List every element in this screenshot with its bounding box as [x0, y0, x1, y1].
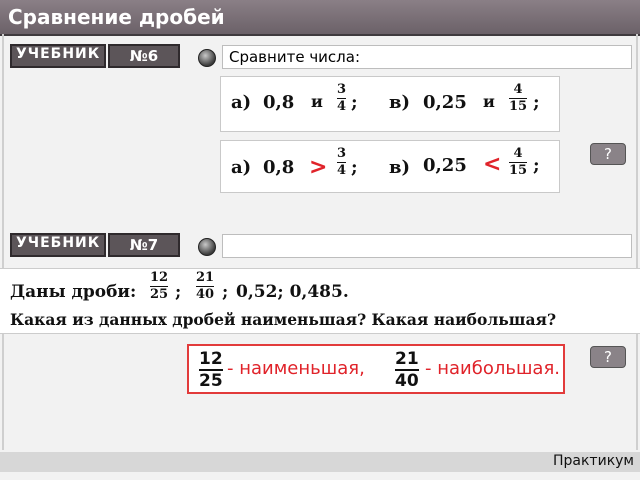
min-label: - наименьшая, — [227, 358, 365, 379]
fraction-1: 12 25 — [150, 270, 169, 302]
numerator: 12 — [199, 349, 223, 369]
footer-bar: Практикум — [0, 452, 640, 472]
denominator: 4 — [337, 163, 347, 178]
textbook-tag: УЧЕБНИК — [10, 233, 106, 257]
item-v-value: 0,25 — [423, 155, 467, 176]
answer-sign-v: < — [483, 152, 502, 177]
item-a-label: а) — [231, 92, 252, 113]
bullet-icon[interactable] — [198, 238, 216, 256]
task6-problem-box: а) 0,8 и 34 ; в) 0,25 и 4 15 ; — [220, 76, 560, 132]
numerator: 3 — [337, 146, 347, 161]
denominator: 4 — [337, 99, 347, 114]
item-a-value: 0,8 — [263, 92, 295, 113]
numerator: 21 — [395, 349, 419, 369]
bullet-icon[interactable] — [198, 49, 216, 67]
numerator: 21 — [196, 270, 215, 285]
question-text: Какая из данных дробей наименьшая? Какая… — [10, 310, 557, 329]
item-v-value: 0,25 — [423, 92, 467, 113]
denominator: 15 — [509, 163, 528, 178]
task-number: №7 — [108, 233, 180, 257]
item-a-label: а) — [231, 157, 252, 178]
task7-answer-box: 12 25 - наименьшая, 21 40 - наибольшая. — [187, 344, 565, 394]
title-bar: Сравнение дробей — [0, 0, 640, 36]
task-number: №6 — [108, 44, 180, 68]
and-word: и — [483, 92, 495, 111]
task-prompt: Сравните числа: — [222, 45, 632, 69]
item-v-label: в) — [389, 92, 411, 113]
item-a-value: 0,8 — [263, 157, 295, 178]
fraction-2: 21 40 — [196, 270, 215, 302]
and-word: и — [311, 92, 323, 111]
denominator: 25 — [199, 371, 223, 391]
footer-label: Практикум — [552, 453, 634, 469]
other-numbers: 0,52; 0,485. — [236, 282, 349, 302]
denominator: 15 — [509, 99, 528, 114]
answer-fraction-max: 21 40 — [395, 350, 419, 390]
answer-sign-a: > — [309, 155, 328, 180]
task7-problem-strip: Даны дроби: 12 25 ; 21 40 ; 0,52; 0,485. К… — [0, 268, 640, 334]
separator: ; — [222, 282, 229, 302]
numerator: 4 — [513, 82, 523, 97]
separator: ; — [351, 157, 358, 178]
numerator: 3 — [337, 82, 347, 97]
separator: ; — [351, 92, 358, 113]
separator: ; — [533, 92, 540, 113]
numerator: 12 — [150, 270, 169, 285]
task6-answer-box: а) 0,8 > 34 ; в) 0,25 < 4 15 ; — [220, 140, 560, 193]
fraction-v: 4 15 — [509, 82, 528, 114]
help-button[interactable]: ? — [590, 346, 626, 368]
answer-fraction-min: 12 25 — [199, 350, 223, 390]
fraction-a: 34 — [337, 146, 347, 178]
help-button[interactable]: ? — [590, 143, 626, 165]
denominator: 40 — [395, 371, 419, 391]
numerator: 4 — [513, 146, 523, 161]
right-border — [636, 34, 638, 450]
fraction-a: 34 — [337, 82, 347, 114]
fraction-v: 4 15 — [509, 146, 528, 178]
max-label: - наибольшая. — [425, 358, 560, 379]
denominator: 25 — [150, 287, 169, 302]
separator: ; — [533, 155, 540, 176]
task-prompt — [222, 234, 632, 258]
page-title: Сравнение дробей — [8, 5, 225, 29]
item-v-label: в) — [389, 157, 411, 178]
given-label: Даны дроби: — [10, 282, 137, 302]
denominator: 40 — [196, 287, 215, 302]
left-border — [2, 34, 4, 450]
textbook-tag: УЧЕБНИК — [10, 44, 106, 68]
separator: ; — [175, 282, 182, 302]
